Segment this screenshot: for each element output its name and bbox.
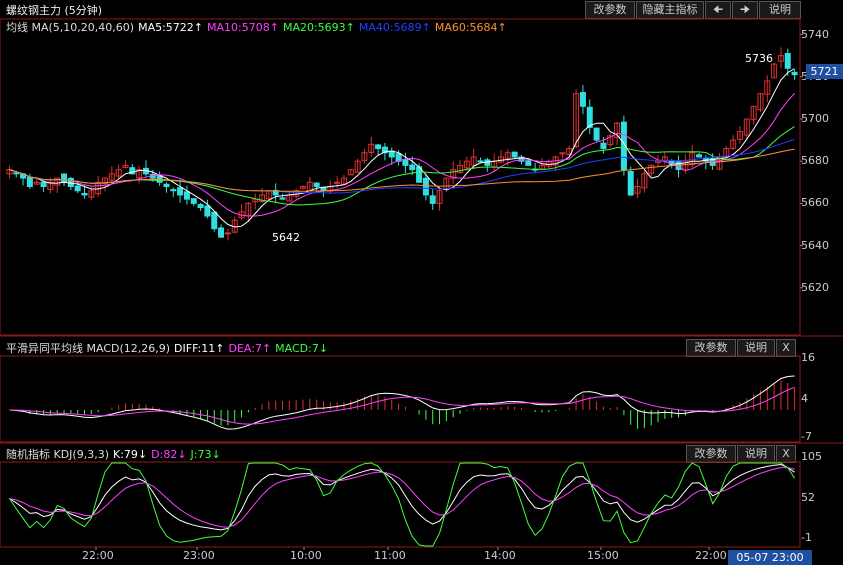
current-price-badge: 5721 <box>806 64 843 79</box>
ma5-line <box>9 68 795 228</box>
d-line <box>9 467 795 528</box>
x-tick-label: 22:00 <box>695 549 727 562</box>
candle-body <box>791 71 798 76</box>
j-line <box>8 462 796 547</box>
candle-body <box>696 154 702 158</box>
candle-body <box>402 158 409 166</box>
macd-y-tick-label: -7 <box>801 430 812 443</box>
candle-body <box>197 204 204 209</box>
candle-body <box>218 227 225 238</box>
y-tick-label: 5700 <box>801 111 829 125</box>
candle-body <box>177 187 184 196</box>
candle-body <box>81 192 88 196</box>
candle-body <box>600 142 607 150</box>
x-tick-label: 22:00 <box>82 549 114 562</box>
k-line <box>9 463 795 531</box>
current-time-badge: 05-07 23:00 <box>728 550 812 565</box>
candle-body <box>313 182 320 187</box>
candle-body <box>26 176 33 187</box>
y-tick-label: 5680 <box>801 154 829 168</box>
low-label: 5642 <box>272 231 300 244</box>
kdj-y-tick-label: 52 <box>801 491 815 504</box>
kdj-y-tick-label: 105 <box>801 450 822 463</box>
candle-body <box>477 160 484 163</box>
dea-line <box>9 386 795 425</box>
candle-body <box>170 189 177 192</box>
high-label: 5736 <box>745 52 773 65</box>
candle-body <box>627 171 634 196</box>
candle-body <box>74 185 81 192</box>
candle-body <box>190 198 197 204</box>
kdj-y-tick-label: -1 <box>801 531 812 544</box>
dif-line <box>9 375 795 430</box>
candle-body <box>211 211 218 230</box>
candle-body <box>375 144 382 150</box>
candle-body <box>579 92 586 107</box>
macd-y-tick-label: 4 <box>801 392 808 405</box>
main-frame <box>0 18 801 336</box>
candle-body <box>183 191 190 200</box>
x-tick-label: 15:00 <box>587 549 619 562</box>
y-tick-label: 5620 <box>801 280 829 294</box>
candle-body <box>784 53 791 69</box>
macd-y-tick-label: 16 <box>801 351 815 364</box>
chart-canvas <box>0 18 843 550</box>
y-tick-label: 5740 <box>801 27 829 41</box>
x-tick-label: 14:00 <box>484 549 516 562</box>
candle-body <box>163 183 170 187</box>
macd-frame <box>0 355 801 443</box>
candle-body <box>525 160 532 166</box>
candle-body <box>224 232 231 235</box>
x-tick-label: 23:00 <box>183 549 215 562</box>
candle-body <box>409 164 416 171</box>
candle-body <box>422 177 429 196</box>
candle-body <box>334 181 341 184</box>
candle-body <box>13 172 20 175</box>
x-tick-label: 10:00 <box>290 549 322 562</box>
candle-body <box>511 151 518 158</box>
y-tick-label: 5660 <box>801 196 829 210</box>
candle-body <box>388 150 395 158</box>
candle-body <box>279 197 286 200</box>
candle-body <box>40 181 47 187</box>
candle-body <box>586 106 593 128</box>
candle-body <box>61 173 68 183</box>
candle-body <box>429 195 436 204</box>
candle-body <box>593 127 600 141</box>
y-tick-label: 5640 <box>801 238 829 252</box>
candle-body <box>204 205 211 217</box>
x-tick-label: 11:00 <box>374 549 406 562</box>
